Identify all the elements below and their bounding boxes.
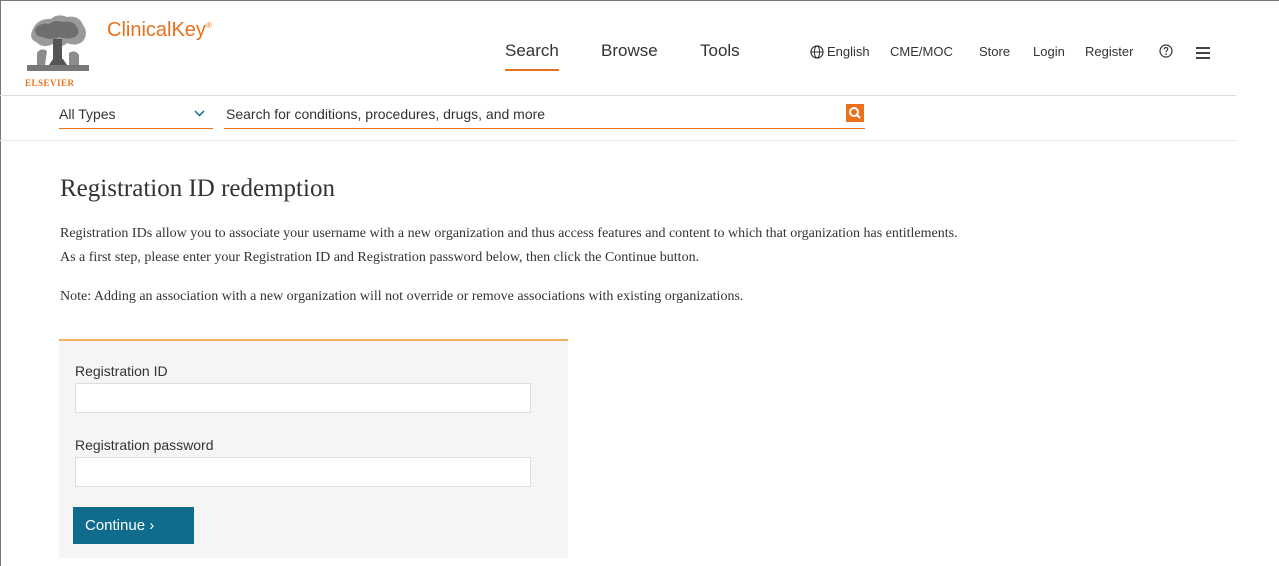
registration-password-field[interactable] <box>75 457 531 487</box>
note-text: Note: Adding an association with a new o… <box>60 289 744 304</box>
login-link[interactable]: Login <box>1033 44 1065 59</box>
page-title: Registration ID redemption <box>60 175 335 202</box>
hamburger-menu-icon[interactable] <box>1196 47 1210 62</box>
store-link[interactable]: Store <box>979 44 1010 59</box>
content-type-selected: All Types <box>59 106 116 122</box>
cme-moc-link[interactable]: CME/MOC <box>890 44 953 59</box>
intro-text-line-1: Registration IDs allow you to associate … <box>60 226 958 241</box>
language-selector[interactable]: English <box>827 44 870 59</box>
registration-id-field[interactable] <box>75 383 531 413</box>
search-button[interactable] <box>846 104 864 122</box>
intro-text-line-2: As a first step, please enter your Regis… <box>60 250 700 265</box>
registered-mark: ® <box>205 21 212 30</box>
menu-line <box>1196 52 1210 54</box>
globe-icon <box>810 45 824 59</box>
chevron-down-icon <box>194 110 205 117</box>
register-link[interactable]: Register <box>1085 44 1133 59</box>
search-bar <box>224 103 865 129</box>
search-icon <box>849 107 861 119</box>
continue-button[interactable]: Continue › <box>73 507 194 544</box>
menu-line <box>1196 47 1210 49</box>
registration-form: Registration ID Registration password Co… <box>59 339 568 558</box>
elsevier-tree-logo-icon[interactable] <box>27 13 89 73</box>
search-divider <box>0 140 1236 141</box>
help-circle-icon[interactable] <box>1159 44 1173 58</box>
search-input[interactable] <box>224 103 828 125</box>
header-divider <box>0 95 1236 96</box>
content-type-dropdown[interactable]: All Types <box>59 103 213 129</box>
window-border-top <box>0 0 1279 1</box>
clinicalkey-logo[interactable]: ClinicalKey® <box>107 19 212 42</box>
registration-password-label: Registration password <box>75 437 214 453</box>
tab-tools[interactable]: Tools <box>700 41 740 61</box>
registration-id-label: Registration ID <box>75 363 168 379</box>
window-border-left <box>0 0 1 566</box>
elsevier-wordmark: ELSEVIER <box>25 78 75 88</box>
tab-browse[interactable]: Browse <box>601 41 658 61</box>
brand-name: ClinicalKey <box>107 19 206 41</box>
menu-line <box>1196 57 1210 59</box>
tab-search[interactable]: Search <box>505 41 559 71</box>
